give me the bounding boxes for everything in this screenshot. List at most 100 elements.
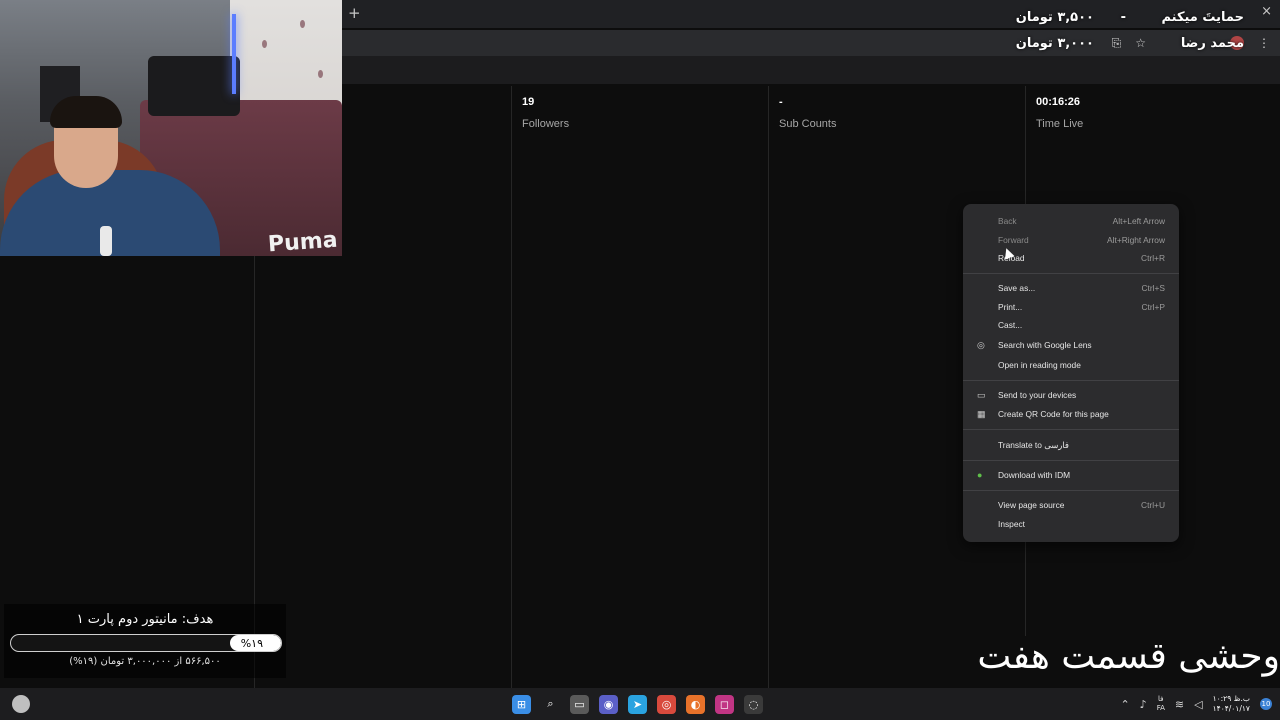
microphone bbox=[100, 226, 112, 256]
donation-separator: - bbox=[1120, 10, 1126, 25]
streamer-hair bbox=[50, 96, 122, 128]
menu-item-print[interactable]: Print... Ctrl+P bbox=[963, 299, 1179, 317]
taskbar-apps: ⊞ ⌕ ▭ ◉ ➤ ◎ ◐ ◻ ◌ bbox=[512, 688, 763, 720]
qr-code-icon: ▦ bbox=[977, 409, 986, 419]
menu-item-cast[interactable]: Cast... bbox=[963, 317, 1179, 335]
donor-name: محمد رضا bbox=[1180, 36, 1244, 51]
menu-item-label: Search with Google Lens bbox=[998, 340, 1092, 350]
menu-item-label: Save as... bbox=[998, 283, 1036, 293]
menu-item-label: Download with IDM bbox=[998, 470, 1071, 480]
menu-item-inspect[interactable]: Inspect bbox=[963, 516, 1179, 534]
column-divider bbox=[768, 86, 769, 688]
menu-item-qr-code[interactable]: ▦ Create QR Code for this page bbox=[963, 406, 1179, 424]
menu-item-send-to-devices[interactable]: ▭ Send to your devices bbox=[963, 387, 1179, 405]
menu-item-reload[interactable]: Reload Ctrl+R bbox=[963, 250, 1179, 268]
donation-goal-widget: هدف: مانیتور دوم پارت ۱ %۱۹ ۵۶۶,۵۰۰ از ۳… bbox=[4, 604, 286, 678]
context-menu: Back Alt+Left Arrow Forward Alt+Right Ar… bbox=[963, 204, 1179, 542]
menu-item-label: Back bbox=[998, 216, 1017, 226]
close-window-button[interactable]: × bbox=[1261, 4, 1272, 19]
led-light bbox=[232, 14, 236, 94]
new-tab-button[interactable]: + bbox=[348, 4, 361, 22]
language-native: فا bbox=[1158, 695, 1164, 703]
wall-pattern bbox=[318, 70, 323, 78]
goal-title: هدف: مانیتور دوم پارت ۱ bbox=[76, 612, 214, 627]
menu-item-label: Inspect bbox=[998, 519, 1026, 529]
system-tray: ⌃ ♪ فا FA ≋ ◁ ۱۰:۲۹ ب.ظ ۱۴۰۴/۰۱/۱۷ 10 bbox=[1120, 688, 1272, 720]
time-live-label: Time Live bbox=[1036, 118, 1084, 130]
notification-badge[interactable]: 10 bbox=[1260, 698, 1272, 710]
goal-percent-label: %۱۹ bbox=[240, 637, 263, 650]
browser-menu-icon[interactable]: ⋮ bbox=[1258, 36, 1270, 50]
menu-item-label: Create QR Code for this page bbox=[998, 409, 1109, 419]
menu-item-label: Forward bbox=[998, 235, 1029, 245]
menu-item-label: Translate to فارسی bbox=[998, 440, 1069, 450]
chrome-icon[interactable]: ◎ bbox=[657, 694, 676, 714]
menu-item-label: Cast... bbox=[998, 320, 1023, 330]
menu-item-reading-mode[interactable]: Open in reading mode bbox=[963, 357, 1179, 375]
firefox-icon[interactable]: ◐ bbox=[686, 694, 705, 714]
microphone-icon[interactable]: ♪ bbox=[1140, 698, 1147, 711]
menu-item-view-source[interactable]: View page source Ctrl+U bbox=[963, 497, 1179, 515]
file-explorer-icon[interactable]: ▭ bbox=[570, 694, 589, 714]
menu-separator bbox=[963, 273, 1179, 274]
obs-icon[interactable]: ◌ bbox=[744, 694, 763, 714]
windows-start-icon[interactable]: ⊞ bbox=[512, 694, 531, 714]
sub-counts-value: - bbox=[779, 96, 783, 108]
instagram-icon[interactable]: ◻ bbox=[715, 694, 734, 714]
clock[interactable]: ۱۰:۲۹ ب.ظ ۱۴۰۴/۰۱/۱۷ bbox=[1213, 694, 1250, 714]
teams-icon[interactable]: ◉ bbox=[599, 694, 618, 714]
menu-separator bbox=[963, 429, 1179, 430]
donation-overlay: حمایتَ میکنم - ۳,۵۰۰ تومان محمد رضا ۳,۰۰… bbox=[1016, 6, 1244, 54]
devices-icon: ▭ bbox=[977, 390, 986, 400]
donation-amount: ۳,۵۰۰ تومان bbox=[1015, 10, 1094, 25]
followers-count: 19 bbox=[522, 96, 535, 108]
menu-separator bbox=[963, 380, 1179, 381]
menu-item-translate[interactable]: Translate to فارسی bbox=[963, 437, 1179, 455]
weather-widget-icon[interactable] bbox=[12, 695, 30, 713]
episode-caption: وحشی قسمت هفت bbox=[977, 636, 1280, 677]
menu-item-shortcut: Ctrl+S bbox=[1141, 283, 1165, 293]
donor-name: حمایتَ میکنم bbox=[1161, 10, 1244, 25]
column-divider bbox=[511, 86, 512, 688]
menu-item-shortcut: Ctrl+U bbox=[1141, 500, 1165, 510]
goal-detail: ۵۶۶,۵۰۰ از ۳,۰۰۰,۰۰۰ تومان (۱۹%) bbox=[69, 656, 221, 667]
menu-item-shortcut: Alt+Left Arrow bbox=[1112, 216, 1165, 226]
wall-pattern bbox=[300, 20, 305, 28]
goal-progress-bar: %۱۹ bbox=[10, 634, 282, 652]
menu-item-label: Open in reading mode bbox=[998, 360, 1081, 370]
language-code: FA bbox=[1156, 704, 1165, 712]
followers-label: Followers bbox=[522, 118, 570, 130]
idm-icon: ● bbox=[977, 470, 983, 480]
webcam-overlay: Puma bbox=[0, 0, 342, 256]
clock-time: ۱۰:۲۹ ب.ظ bbox=[1212, 694, 1250, 703]
donation-amount: ۳,۰۰۰ تومان bbox=[1015, 36, 1094, 51]
menu-separator bbox=[963, 460, 1179, 461]
menu-item-label: Send to your devices bbox=[998, 390, 1077, 400]
column-divider bbox=[1025, 86, 1026, 206]
chevron-up-icon[interactable]: ⌃ bbox=[1120, 698, 1129, 711]
sub-counts-label: Sub Counts bbox=[779, 118, 837, 130]
volume-icon[interactable]: ◁ bbox=[1194, 698, 1202, 711]
time-live-value: 00:16:26 bbox=[1036, 96, 1081, 108]
bed-brand-text: Puma bbox=[267, 227, 339, 256]
menu-separator bbox=[963, 490, 1179, 491]
menu-item-save-as[interactable]: Save as... Ctrl+S bbox=[963, 280, 1179, 298]
menu-item-google-lens[interactable]: ◎ Search with Google Lens bbox=[963, 337, 1179, 355]
telegram-icon[interactable]: ➤ bbox=[628, 694, 647, 714]
menu-item-label: Print... bbox=[998, 302, 1023, 312]
bed-headboard bbox=[148, 56, 240, 116]
wifi-icon[interactable]: ≋ bbox=[1175, 698, 1184, 711]
wall-pattern bbox=[262, 40, 267, 48]
search-icon[interactable]: ⌕ bbox=[541, 695, 560, 714]
menu-item-shortcut: Ctrl+R bbox=[1141, 253, 1165, 263]
menu-item-download-idm[interactable]: ● Download with IDM bbox=[963, 467, 1179, 485]
clock-date: ۱۴۰۴/۰۱/۱۷ bbox=[1212, 704, 1250, 713]
menu-item-shortcut: Ctrl+P bbox=[1141, 302, 1165, 312]
bookmarks-bar bbox=[342, 56, 1280, 84]
taskbar: ⊞ ⌕ ▭ ◉ ➤ ◎ ◐ ◻ ◌ ⌃ ♪ فا FA ≋ ◁ ۱۰:۲۹ ب.ظ ۱۴۰۴/۰… bbox=[0, 688, 1280, 720]
menu-item-back[interactable]: Back Alt+Left Arrow bbox=[963, 213, 1179, 231]
menu-item-forward[interactable]: Forward Alt+Right Arrow bbox=[963, 232, 1179, 250]
language-indicator[interactable]: فا FA bbox=[1157, 695, 1165, 713]
menu-item-shortcut: Alt+Right Arrow bbox=[1107, 235, 1165, 245]
column-divider bbox=[1025, 542, 1026, 636]
